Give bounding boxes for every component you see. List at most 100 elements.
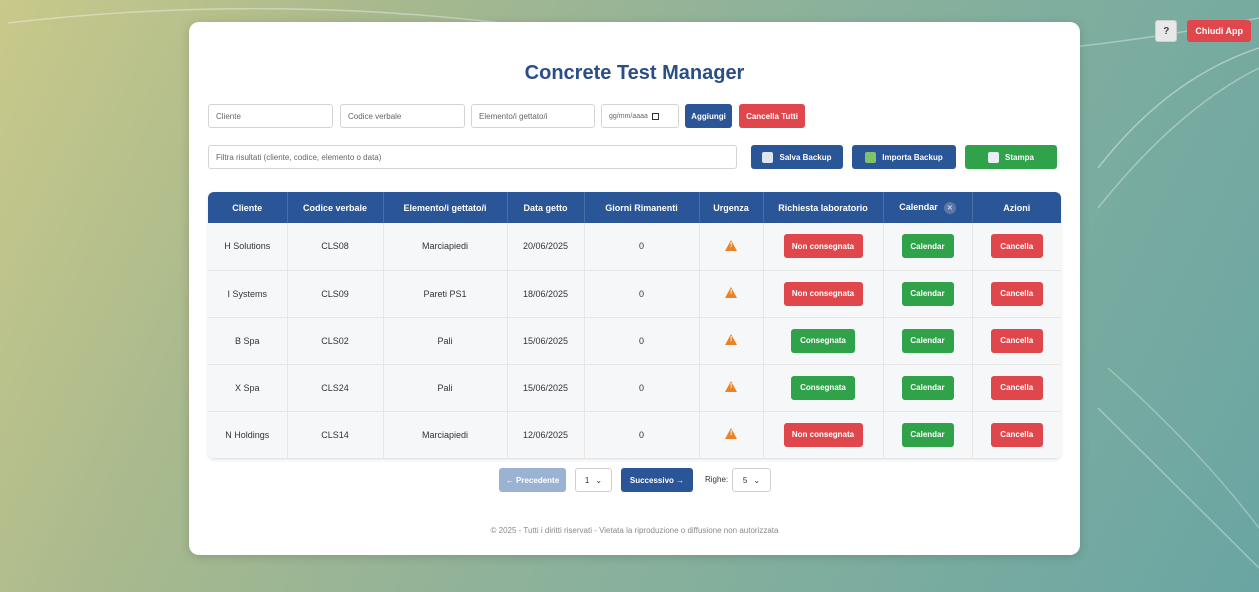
calendar-button[interactable]: Calendar [901,281,954,306]
next-page-button[interactable]: Successivo → [621,468,693,492]
lab-request-button[interactable]: Consegnata [791,328,855,353]
delete-row-button[interactable]: Cancella [990,281,1043,306]
rows-select[interactable]: 5 ⌄ [732,468,771,492]
add-button[interactable]: Aggiungi [685,104,732,128]
cell-codice: CLS08 [287,223,384,271]
lab-request-button[interactable]: Non consegnata [783,281,863,306]
cell-codice: CLS02 [287,317,384,365]
cell-richiesta: Non consegnata [763,223,884,271]
cell-cliente: H Solutions [208,223,288,271]
header-data[interactable]: Data getto [507,192,585,223]
header-cliente[interactable]: Cliente [208,192,288,223]
cell-azioni: Cancella [972,223,1061,271]
table-header-row: Cliente Codice verbale Elemento/i gettat… [208,192,1061,223]
cell-calendar: Calendar [883,364,973,412]
delete-row-button[interactable]: Cancella [990,328,1043,353]
rows-select-value: 5 [742,475,748,485]
header-giorni[interactable]: Giorni Rimanenti [584,192,700,223]
cell-elemento: Pali [383,317,508,365]
main-card: Concrete Test Manager Cliente Codice ver… [189,22,1080,555]
save-backup-button[interactable]: Salva Backup [751,145,843,169]
cell-codice: CLS09 [287,270,384,318]
header-calendar-label: Calendar [899,201,938,212]
cell-calendar: Calendar [883,223,973,271]
cell-elemento: Marciapiedi [383,411,508,459]
floppy-disk-icon [762,151,774,163]
calendar-button[interactable]: Calendar [901,328,954,353]
cell-urgenza [699,270,764,318]
cell-azioni: Cancella [972,364,1061,412]
calendar-button[interactable]: Calendar [901,422,954,447]
header-codice[interactable]: Codice verbale [287,192,384,223]
cell-elemento: Pareti PS1 [383,270,508,318]
delete-row-button[interactable]: Cancella [990,375,1043,400]
elemento-input[interactable]: Elemento/i gettato/i [471,104,595,128]
cliente-input[interactable]: Cliente [208,104,333,128]
page-select[interactable]: 1 ⌄ [575,468,612,492]
header-elemento[interactable]: Elemento/i gettato/i [383,192,508,223]
table-row: X SpaCLS24Pali15/06/20250 Consegnata Calen… [208,364,1061,412]
close-app-button[interactable]: Chiudi App [1187,20,1251,42]
warning-icon [725,381,737,392]
filter-input[interactable]: Filtra risultati (cliente, codice, eleme… [208,145,737,169]
cell-giorni: 0 [584,364,700,412]
calendar-button[interactable]: Calendar [901,375,954,400]
clear-calendar-icon[interactable]: ✕ [943,201,956,214]
cell-cliente: I Systems [208,270,288,318]
header-richiesta[interactable]: Richiesta laboratorio [763,192,884,223]
print-label: Stampa [1005,152,1034,162]
calendar-button[interactable]: Calendar [901,234,954,259]
lab-request-button[interactable]: Non consegnata [783,234,863,259]
date-input[interactable]: gg/mm/aaaa [601,104,679,128]
import-backup-label: Importa Backup [882,152,943,162]
cell-data: 12/06/2025 [507,411,585,459]
lab-request-button[interactable]: Consegnata [791,375,855,400]
print-button[interactable]: Stampa [965,145,1057,169]
cell-codice: CLS24 [287,364,384,412]
cell-data: 18/06/2025 [507,270,585,318]
rows-label: Righe: [705,475,729,484]
cell-richiesta: Non consegnata [763,270,884,318]
table-row: N HoldingsCLS14Marciapiedi12/06/20250 Non… [208,411,1061,459]
page-title: Concrete Test Manager [524,62,745,84]
calendar-icon [651,112,659,120]
cell-urgenza [699,364,764,412]
cell-giorni: 0 [584,411,700,459]
footer-text: © 2025 - Tutti i diritti riservati - Vie… [490,526,779,535]
chevron-down-icon: ⌄ [753,475,761,485]
warning-icon [725,239,737,251]
codice-verbale-input[interactable]: Codice verbale [340,104,465,128]
cell-richiesta: Consegnata [763,317,884,365]
cell-elemento: Marciapiedi [383,223,508,271]
prev-page-button[interactable]: ← Precedente [499,468,566,492]
warning-icon [725,334,737,345]
warning-icon [725,428,737,439]
save-backup-label: Salva Backup [779,152,832,162]
cell-giorni: 0 [584,270,700,318]
cell-cliente: N Holdings [208,411,288,459]
cell-urgenza [699,411,764,459]
lab-request-button[interactable]: Non consegnata [783,422,863,447]
clear-all-button[interactable]: Cancella Tutti [739,104,805,128]
header-azioni[interactable]: Azioni [972,192,1061,223]
cell-azioni: Cancella [972,411,1061,459]
printer-icon [988,151,1000,163]
cell-giorni: 0 [584,223,700,271]
chevron-down-icon: ⌄ [595,475,603,485]
cell-data: 15/06/2025 [507,364,585,412]
delete-row-button[interactable]: Cancella [990,422,1043,447]
cell-cliente: B Spa [208,317,288,365]
date-placeholder: gg/mm/aaaa [609,112,648,120]
import-backup-button[interactable]: Importa Backup [852,145,956,169]
table-row: I SystemsCLS09Pareti PS118/06/20250 Non c… [208,270,1061,318]
cell-codice: CLS14 [287,411,384,459]
cell-calendar: Calendar [883,317,973,365]
help-button[interactable]: ? [1155,20,1178,42]
header-calendar[interactable]: Calendar ✕ [883,192,973,223]
header-urgenza[interactable]: Urgenza [699,192,764,223]
cell-giorni: 0 [584,317,700,365]
delete-row-button[interactable]: Cancella [990,234,1043,259]
cell-azioni: Cancella [972,270,1061,318]
cell-calendar: Calendar [883,411,973,459]
warning-icon [725,287,737,298]
